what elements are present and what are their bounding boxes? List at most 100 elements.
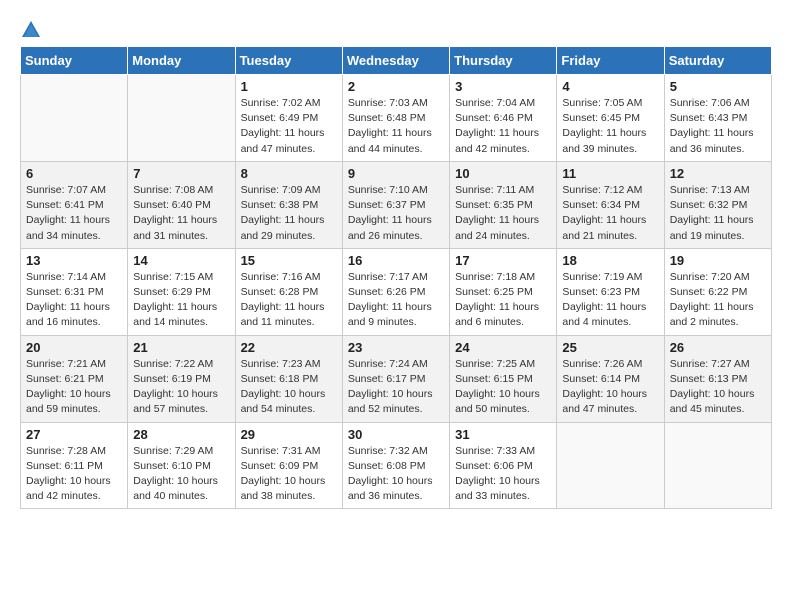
calendar-cell: 9 Sunrise: 7:10 AM Sunset: 6:37 PM Daylig…: [342, 161, 449, 248]
calendar-cell: 18Sunrise: 7:19 AM Sunset: 6:23 PM Dayli…: [557, 248, 664, 335]
calendar-cell: 12Sunrise: 7:13 AM Sunset: 6:32 PM Dayli…: [664, 161, 771, 248]
calendar-cell: [557, 422, 664, 509]
day-info: Sunrise: 7:14 AM Sunset: 6:31 PM Dayligh…: [26, 270, 122, 331]
day-info: Sunrise: 7:25 AM Sunset: 6:15 PM Dayligh…: [455, 357, 551, 418]
day-info: Sunrise: 7:28 AM Sunset: 6:11 PM Dayligh…: [26, 444, 122, 505]
calendar-table: SundayMondayTuesdayWednesdayThursdayFrid…: [20, 46, 772, 509]
day-number: 23: [348, 340, 444, 355]
calendar-cell: 13Sunrise: 7:14 AM Sunset: 6:31 PM Dayli…: [21, 248, 128, 335]
day-info: Sunrise: 7:33 AM Sunset: 6:06 PM Dayligh…: [455, 444, 551, 505]
weekday-header-friday: Friday: [557, 47, 664, 75]
header: [20, 16, 772, 36]
day-number: 31: [455, 427, 551, 442]
day-number: 19: [670, 253, 766, 268]
day-number: 1: [241, 79, 337, 94]
day-number: 16: [348, 253, 444, 268]
day-number: 4: [562, 79, 658, 94]
day-number: 8: [241, 166, 337, 181]
day-number: 28: [133, 427, 229, 442]
calendar-cell: 22 Sunrise: 7:23 AM Sunset: 6:18 PM Dayli…: [235, 335, 342, 422]
day-number: 29: [241, 427, 337, 442]
calendar-cell: 19 Sunrise: 7:20 AM Sunset: 6:22 PM Dayli…: [664, 248, 771, 335]
day-info: Sunrise: 7:10 AM Sunset: 6:37 PM Dayligh…: [348, 183, 444, 244]
day-number: 15: [241, 253, 337, 268]
calendar-cell: 1Sunrise: 7:02 AM Sunset: 6:49 PM Daylig…: [235, 75, 342, 162]
calendar-cell: 16 Sunrise: 7:17 AM Sunset: 6:26 PM Dayli…: [342, 248, 449, 335]
day-number: 18: [562, 253, 658, 268]
weekday-header-saturday: Saturday: [664, 47, 771, 75]
calendar-cell: 26 Sunrise: 7:27 AM Sunset: 6:13 PM Dayli…: [664, 335, 771, 422]
calendar-cell: [128, 75, 235, 162]
day-info: Sunrise: 7:27 AM Sunset: 6:13 PM Dayligh…: [670, 357, 766, 418]
day-info: Sunrise: 7:15 AM Sunset: 6:29 PM Dayligh…: [133, 270, 229, 331]
weekday-header-thursday: Thursday: [450, 47, 557, 75]
logo-icon: [20, 19, 42, 41]
day-number: 26: [670, 340, 766, 355]
logo-text: [20, 16, 42, 42]
calendar-cell: 23Sunrise: 7:24 AM Sunset: 6:17 PM Dayli…: [342, 335, 449, 422]
day-number: 9: [348, 166, 444, 181]
calendar-week-5: 27Sunrise: 7:28 AM Sunset: 6:11 PM Dayli…: [21, 422, 772, 509]
calendar-cell: 24 Sunrise: 7:25 AM Sunset: 6:15 PM Dayli…: [450, 335, 557, 422]
day-info: Sunrise: 7:16 AM Sunset: 6:28 PM Dayligh…: [241, 270, 337, 331]
day-number: 12: [670, 166, 766, 181]
calendar-header-row: SundayMondayTuesdayWednesdayThursdayFrid…: [21, 47, 772, 75]
day-info: Sunrise: 7:17 AM Sunset: 6:26 PM Dayligh…: [348, 270, 444, 331]
day-number: 22: [241, 340, 337, 355]
calendar-cell: 30 Sunrise: 7:32 AM Sunset: 6:08 PM Dayli…: [342, 422, 449, 509]
day-number: 21: [133, 340, 229, 355]
weekday-header-monday: Monday: [128, 47, 235, 75]
day-info: Sunrise: 7:08 AM Sunset: 6:40 PM Dayligh…: [133, 183, 229, 244]
calendar-cell: [21, 75, 128, 162]
day-number: 30: [348, 427, 444, 442]
calendar-cell: 11Sunrise: 7:12 AM Sunset: 6:34 PM Dayli…: [557, 161, 664, 248]
calendar-cell: 29 Sunrise: 7:31 AM Sunset: 6:09 PM Dayli…: [235, 422, 342, 509]
day-number: 24: [455, 340, 551, 355]
calendar-cell: 17 Sunrise: 7:18 AM Sunset: 6:25 PM Dayli…: [450, 248, 557, 335]
day-number: 17: [455, 253, 551, 268]
weekday-header-sunday: Sunday: [21, 47, 128, 75]
calendar-cell: 3 Sunrise: 7:04 AM Sunset: 6:46 PM Daylig…: [450, 75, 557, 162]
day-info: Sunrise: 7:32 AM Sunset: 6:08 PM Dayligh…: [348, 444, 444, 505]
day-info: Sunrise: 7:20 AM Sunset: 6:22 PM Dayligh…: [670, 270, 766, 331]
calendar-cell: 4 Sunrise: 7:05 AM Sunset: 6:45 PM Daylig…: [557, 75, 664, 162]
day-info: Sunrise: 7:05 AM Sunset: 6:45 PM Dayligh…: [562, 96, 658, 157]
day-info: Sunrise: 7:31 AM Sunset: 6:09 PM Dayligh…: [241, 444, 337, 505]
day-info: Sunrise: 7:11 AM Sunset: 6:35 PM Dayligh…: [455, 183, 551, 244]
day-number: 7: [133, 166, 229, 181]
calendar-cell: 14 Sunrise: 7:15 AM Sunset: 6:29 PM Dayli…: [128, 248, 235, 335]
day-info: Sunrise: 7:23 AM Sunset: 6:18 PM Dayligh…: [241, 357, 337, 418]
calendar-cell: 25 Sunrise: 7:26 AM Sunset: 6:14 PM Dayli…: [557, 335, 664, 422]
day-number: 14: [133, 253, 229, 268]
calendar-cell: 6Sunrise: 7:07 AM Sunset: 6:41 PM Daylig…: [21, 161, 128, 248]
day-number: 10: [455, 166, 551, 181]
calendar-week-4: 20 Sunrise: 7:21 AM Sunset: 6:21 PM Dayli…: [21, 335, 772, 422]
calendar-cell: 15 Sunrise: 7:16 AM Sunset: 6:28 PM Dayli…: [235, 248, 342, 335]
calendar-cell: 10 Sunrise: 7:11 AM Sunset: 6:35 PM Dayli…: [450, 161, 557, 248]
day-number: 5: [670, 79, 766, 94]
day-info: Sunrise: 7:26 AM Sunset: 6:14 PM Dayligh…: [562, 357, 658, 418]
calendar-cell: 20 Sunrise: 7:21 AM Sunset: 6:21 PM Dayli…: [21, 335, 128, 422]
day-number: 20: [26, 340, 122, 355]
logo: [20, 16, 42, 36]
day-info: Sunrise: 7:07 AM Sunset: 6:41 PM Dayligh…: [26, 183, 122, 244]
day-info: Sunrise: 7:04 AM Sunset: 6:46 PM Dayligh…: [455, 96, 551, 157]
calendar-week-2: 6Sunrise: 7:07 AM Sunset: 6:41 PM Daylig…: [21, 161, 772, 248]
day-number: 25: [562, 340, 658, 355]
day-info: Sunrise: 7:21 AM Sunset: 6:21 PM Dayligh…: [26, 357, 122, 418]
calendar-cell: 8Sunrise: 7:09 AM Sunset: 6:38 PM Daylig…: [235, 161, 342, 248]
calendar-cell: 28Sunrise: 7:29 AM Sunset: 6:10 PM Dayli…: [128, 422, 235, 509]
calendar-cell: 7 Sunrise: 7:08 AM Sunset: 6:40 PM Daylig…: [128, 161, 235, 248]
day-number: 2: [348, 79, 444, 94]
day-number: 3: [455, 79, 551, 94]
weekday-header-wednesday: Wednesday: [342, 47, 449, 75]
calendar-cell: 5 Sunrise: 7:06 AM Sunset: 6:43 PM Daylig…: [664, 75, 771, 162]
calendar-cell: 2Sunrise: 7:03 AM Sunset: 6:48 PM Daylig…: [342, 75, 449, 162]
day-info: Sunrise: 7:06 AM Sunset: 6:43 PM Dayligh…: [670, 96, 766, 157]
calendar-week-1: 1Sunrise: 7:02 AM Sunset: 6:49 PM Daylig…: [21, 75, 772, 162]
day-number: 11: [562, 166, 658, 181]
calendar-cell: 21Sunrise: 7:22 AM Sunset: 6:19 PM Dayli…: [128, 335, 235, 422]
calendar-cell: [664, 422, 771, 509]
calendar-cell: 31 Sunrise: 7:33 AM Sunset: 6:06 PM Dayli…: [450, 422, 557, 509]
day-info: Sunrise: 7:18 AM Sunset: 6:25 PM Dayligh…: [455, 270, 551, 331]
